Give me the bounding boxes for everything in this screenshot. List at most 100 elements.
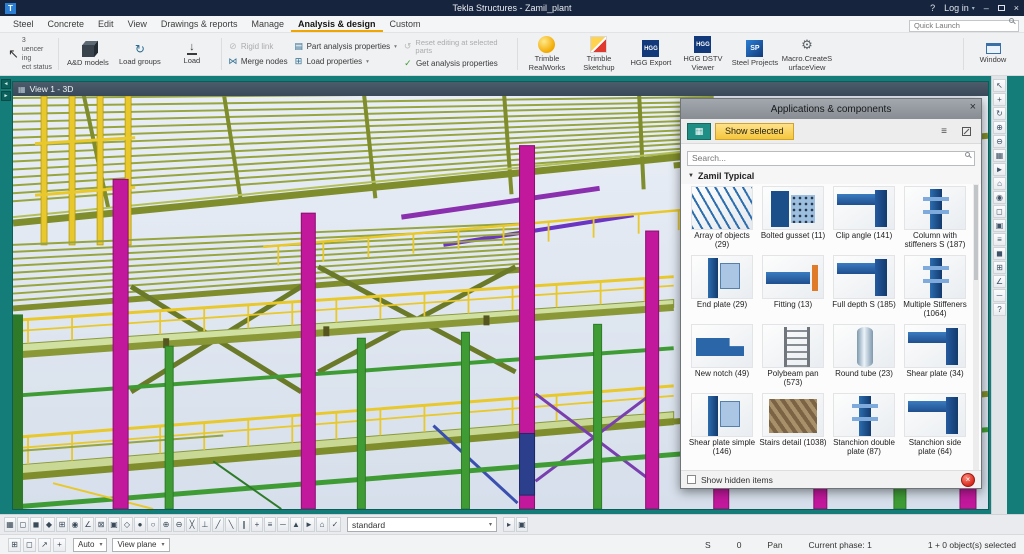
get-analysis-properties-button[interactable]: ✓ Get analysis properties	[403, 58, 511, 69]
component-item[interactable]: Column with stiffeners S (187)	[900, 186, 970, 250]
component-item[interactable]: Fitting (13)	[758, 255, 828, 319]
fly-mode-icon[interactable]: ↗	[38, 538, 51, 552]
camera-icon[interactable]: ◉	[993, 191, 1006, 204]
smart-select-icon[interactable]: ✓	[329, 517, 341, 532]
crosshair-icon[interactable]: +	[53, 538, 66, 552]
measure-icon[interactable]: ─	[993, 289, 1006, 302]
panel-header[interactable]: Applications & components ×	[681, 99, 981, 119]
snap-endpoint-icon[interactable]: ○	[147, 517, 159, 532]
select-bolts-icon[interactable]: ◉	[69, 517, 81, 532]
ortho-icon[interactable]: ⌂	[316, 517, 328, 532]
screenshot-icon[interactable]: ▣	[993, 219, 1006, 232]
expand-panel-button[interactable]	[957, 123, 975, 139]
component-item[interactable]: Clip angle (141)	[829, 186, 899, 250]
component-item[interactable]: New notch (49)	[687, 324, 757, 388]
grid-toggle-icon[interactable]: ⊞	[993, 261, 1006, 274]
zoom-in-icon[interactable]: ⊕	[993, 121, 1006, 134]
next-view-button[interactable]: ►	[1, 91, 11, 101]
create-report-icon[interactable]: ⊞	[8, 538, 21, 552]
component-item[interactable]: End plate (29)	[687, 255, 757, 319]
ribbon-app-button[interactable]: ⚙ Macro.CreateS urfaceView	[781, 35, 833, 73]
menu-tab[interactable]: Manage	[244, 16, 291, 32]
ribbon-app-button[interactable]: Trimble RealWorks	[521, 35, 573, 73]
load-groups-button[interactable]: ↻ Load groups	[114, 35, 166, 73]
model-3d-view[interactable]: Applications & components × ▦ Show selec…	[13, 96, 988, 509]
menu-tab[interactable]: Analysis & design	[291, 16, 383, 32]
component-item[interactable]: Stairs detail (1038)	[758, 393, 828, 457]
select-grids-icon[interactable]: ⊞	[56, 517, 68, 532]
quick-launch-input[interactable]	[909, 20, 1019, 32]
render-icon[interactable]: ▣	[516, 517, 528, 532]
component-item[interactable]: Stanchion double plate (87)	[829, 393, 899, 457]
snap-midpoint-icon[interactable]: ⊖	[173, 517, 185, 532]
component-item[interactable]: Stanchion side plate (64)	[900, 393, 970, 457]
menu-tab[interactable]: Edit	[91, 16, 121, 32]
select-components-icon[interactable]: ◇	[121, 517, 133, 532]
login-button[interactable]: Log in ▾	[944, 3, 975, 13]
snap-parallel-icon[interactable]: ∥	[238, 517, 250, 532]
maximize-button[interactable]	[998, 5, 1005, 11]
play-icon[interactable]: ▸	[503, 517, 515, 532]
work-plane-icon[interactable]: ◻	[23, 538, 36, 552]
fit-view-icon[interactable]: ▦	[993, 149, 1006, 162]
select-views-icon[interactable]: ▣	[108, 517, 120, 532]
pan-icon[interactable]: +	[993, 93, 1006, 106]
snap-line-icon[interactable]: ╱	[212, 517, 224, 532]
view-list-icon[interactable]: ≡	[993, 233, 1006, 246]
render-mode-icon[interactable]: ◼	[993, 247, 1006, 260]
ribbon-collapsed-item[interactable]: ect status	[22, 64, 52, 72]
menu-tab[interactable]: Drawings & reports	[154, 16, 245, 32]
ad-models-button[interactable]: A&D models	[62, 35, 114, 73]
component-item[interactable]: Polybeam pan (573)	[758, 324, 828, 388]
snap-extension-icon[interactable]: ─	[277, 517, 289, 532]
panel-scrollbar[interactable]	[973, 184, 979, 470]
help-button[interactable]: ?	[930, 3, 935, 13]
component-item[interactable]: Array of objects (29)	[687, 186, 757, 250]
menu-tab[interactable]: Custom	[383, 16, 428, 32]
fly-icon[interactable]: ►	[993, 163, 1006, 176]
clip-plane-icon[interactable]: ◻	[993, 205, 1006, 218]
close-red-button[interactable]: ×	[961, 473, 975, 487]
snap-center-icon[interactable]: ⊕	[160, 517, 172, 532]
snap-points-icon[interactable]: ●	[134, 517, 146, 532]
reset-editing-button[interactable]: ↺ Reset editing at selected parts	[403, 39, 511, 55]
ribbon-app-button[interactable]: SP Steel Projects	[729, 35, 781, 73]
gallery-view-button[interactable]: ▦	[687, 123, 711, 140]
ribbon-app-button[interactable]: HGG HGG DSTV Viewer	[677, 35, 729, 73]
help-icon[interactable]: ?	[993, 303, 1006, 316]
zoom-out-icon[interactable]: ⊖	[993, 135, 1006, 148]
select-parts-icon[interactable]: ◻	[17, 517, 29, 532]
snap-edge-icon[interactable]: ╲	[225, 517, 237, 532]
window-button[interactable]: Window	[967, 35, 1019, 73]
show-hidden-checkbox[interactable]	[687, 475, 696, 484]
component-search-input[interactable]	[687, 151, 975, 166]
selection-filter-dropdown[interactable]: standard ▾	[347, 517, 497, 532]
select-welds-icon[interactable]: ∠	[82, 517, 94, 532]
axis-icon[interactable]: ∠	[993, 275, 1006, 288]
minimize-button[interactable]: –	[984, 3, 989, 13]
snap-nearest-icon[interactable]: ▲	[290, 517, 302, 532]
component-item[interactable]: Full depth S (185)	[829, 255, 899, 319]
load-properties-button[interactable]: ⊞ Load properties ▾	[294, 56, 397, 67]
panel-close-icon[interactable]: ×	[970, 101, 976, 113]
ribbon-collapsed-item[interactable]: uencer	[22, 46, 52, 54]
snap-grid-icon[interactable]: ≡	[264, 517, 276, 532]
category-header[interactable]: ▼ Zamil Typical	[681, 169, 981, 184]
snap-perpendicular-icon[interactable]: ⊥	[199, 517, 211, 532]
pointer-icon[interactable]: ↖	[993, 79, 1006, 92]
select-assemblies-icon[interactable]: ◼	[30, 517, 42, 532]
ribbon-app-button[interactable]: Trimble Sketchup	[573, 35, 625, 73]
snap-free-icon[interactable]: +	[251, 517, 263, 532]
ribbon-collapsed-item[interactable]: 3	[22, 37, 52, 45]
ribbon-collapsed-item[interactable]: ing	[22, 55, 52, 63]
close-button[interactable]: ×	[1014, 3, 1019, 13]
previous-view-button[interactable]: ◄	[1, 79, 11, 89]
ribbon-app-button[interactable]: HGG HGG Export	[625, 35, 677, 73]
menu-tab[interactable]: Concrete	[41, 16, 92, 32]
component-item[interactable]: Bolted gusset (11)	[758, 186, 828, 250]
component-item[interactable]: Round tube (23)	[829, 324, 899, 388]
list-view-button[interactable]: ≡	[935, 123, 953, 139]
merge-nodes-button[interactable]: ⋈ Merge nodes	[228, 56, 288, 67]
scrollbar-thumb[interactable]	[974, 185, 978, 280]
home-icon[interactable]: ⌂	[993, 177, 1006, 190]
